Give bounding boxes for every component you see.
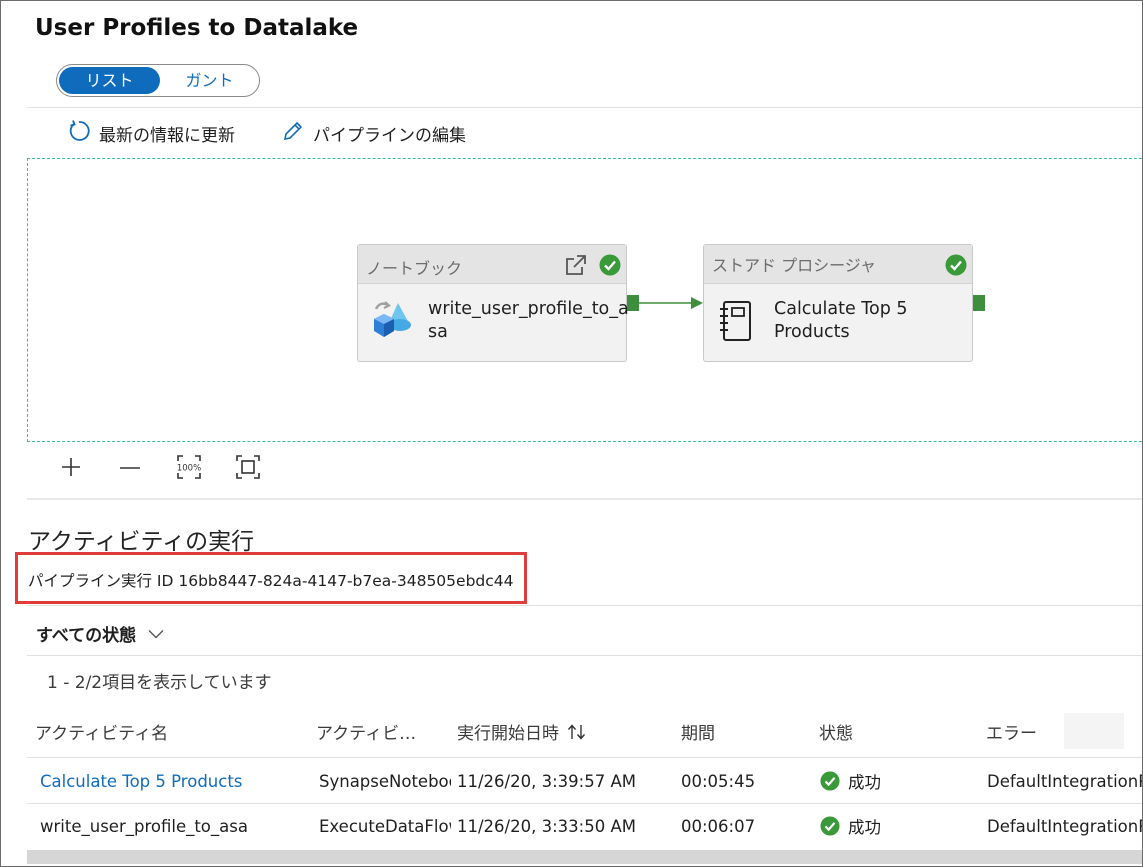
activity-name-line2: Products: [774, 322, 850, 342]
edit-pipeline-button[interactable]: パイプラインの編集: [281, 119, 466, 147]
activity-type-cell: SynapseNotebook: [319, 772, 451, 791]
status-filter-dropdown[interactable]: すべての状態: [36, 621, 164, 646]
run-id-value: 16bb8447-824a-4147-b7ea-348505ebdc44: [178, 572, 514, 590]
column-header-activity-type[interactable]: アクティビ…: [316, 719, 416, 744]
table-divider: [27, 757, 1142, 758]
minus-icon: [120, 467, 140, 469]
pipeline-run-id-highlight: パイプライン実行 ID 16bb8447-824a-4147-b7ea-3485…: [15, 552, 527, 604]
notebook-activity[interactable]: ノートブック write_user_profile_to_a sa: [357, 244, 629, 362]
output-port[interactable]: [973, 295, 985, 311]
duration-cell: 00:05:45: [681, 772, 756, 791]
zoom-100-button[interactable]: 100%: [175, 453, 203, 481]
run-start-cell: 11/26/20, 3:33:50 AM: [457, 817, 636, 836]
divider: [27, 107, 1142, 108]
table-divider: [27, 803, 1142, 804]
activity-runs-title: アクティビティの実行: [28, 529, 255, 555]
fit-to-screen-icon: [236, 455, 260, 479]
plus-icon: [62, 458, 80, 476]
sort-up-down-icon[interactable]: [567, 723, 587, 741]
list-view-button[interactable]: リスト: [59, 67, 160, 94]
pencil-icon: [281, 119, 305, 148]
horizontal-scrollbar[interactable]: [27, 850, 1142, 864]
integration-runtime-cell: DefaultIntegrationRuntime: [987, 817, 1142, 836]
activity-name-cell[interactable]: write_user_profile_to_asa: [40, 817, 248, 836]
run-start-header-label: 実行開始日時: [457, 724, 559, 744]
status-label: 成功: [848, 818, 881, 837]
activity-type-cell: ExecuteDataFlow: [319, 817, 451, 836]
status-cell: 成功: [820, 814, 881, 838]
success-check-icon: [820, 816, 840, 836]
run-id-label: パイプライン実行 ID: [28, 572, 174, 590]
stored-procedure-activity[interactable]: ストアド プロシージャ Calculate Top 5 Products: [703, 244, 973, 362]
divider: [27, 498, 1142, 500]
status-filter-label: すべての状態: [36, 626, 137, 646]
result-count: 1 - 2/2項目を表示しています: [47, 673, 272, 693]
divider: [27, 655, 1142, 656]
status-cell: 成功: [820, 769, 881, 793]
activity-name-line1: write_user_profile_to_a: [428, 299, 629, 319]
chevron-down-icon: [148, 629, 164, 638]
success-check-icon: [945, 254, 967, 276]
column-header-status[interactable]: 状態: [819, 719, 853, 744]
column-header-run-start[interactable]: 実行開始日時: [457, 719, 587, 744]
activity-name-line2: sa: [428, 322, 448, 342]
activity-name: write_user_profile_to_a sa: [428, 298, 629, 344]
zoom-in-button[interactable]: [57, 453, 85, 481]
svg-text:100%: 100%: [177, 464, 201, 474]
column-resize-area: [1064, 713, 1124, 749]
activity-name-line1: Calculate Top 5: [774, 299, 908, 319]
activity-type-label: ストアド プロシージャ: [712, 256, 876, 275]
refresh-icon: [67, 119, 91, 148]
zoom-100-icon: 100%: [177, 455, 201, 479]
fit-to-screen-button[interactable]: [234, 453, 262, 481]
view-toggle: リスト ガント: [56, 64, 260, 97]
gantt-view-button[interactable]: ガント: [161, 67, 258, 94]
notebook-activity-icon: [370, 297, 416, 343]
activity-name: Calculate Top 5 Products: [774, 298, 970, 344]
success-check-icon: [820, 771, 840, 791]
open-external-icon[interactable]: [564, 253, 588, 277]
monitor-pipeline-run-pane: User Profiles to Datalake リスト ガント 最新の情報に…: [0, 0, 1143, 867]
column-header-activity-name[interactable]: アクティビティ名: [35, 719, 168, 744]
edit-pipeline-label: パイプラインの編集: [313, 125, 466, 146]
success-check-icon: [599, 254, 621, 276]
refresh-label: 最新の情報に更新: [99, 125, 235, 146]
page-title: User Profiles to Datalake: [35, 15, 359, 41]
activity-name-link[interactable]: Calculate Top 5 Products: [40, 772, 242, 791]
connector-arrow: [638, 297, 703, 309]
refresh-button[interactable]: 最新の情報に更新: [67, 119, 235, 147]
column-header-error[interactable]: エラー: [986, 719, 1037, 744]
pipeline-canvas[interactable]: ノートブック write_user_profile_to_a sa ストアド プ…: [27, 158, 1142, 442]
stored-procedure-icon: [718, 299, 758, 343]
status-label: 成功: [848, 773, 881, 792]
integration-runtime-cell: DefaultIntegrationRuntime: [987, 772, 1142, 791]
zoom-out-button[interactable]: [116, 453, 144, 481]
run-start-cell: 11/26/20, 3:39:57 AM: [457, 772, 636, 791]
divider: [27, 605, 1142, 606]
column-header-duration[interactable]: 期間: [681, 719, 715, 744]
duration-cell: 00:06:07: [681, 817, 756, 836]
activity-type-label: ノートブック: [366, 259, 463, 278]
pipeline-run-id: パイプライン実行 ID 16bb8447-824a-4147-b7ea-3485…: [28, 569, 514, 591]
